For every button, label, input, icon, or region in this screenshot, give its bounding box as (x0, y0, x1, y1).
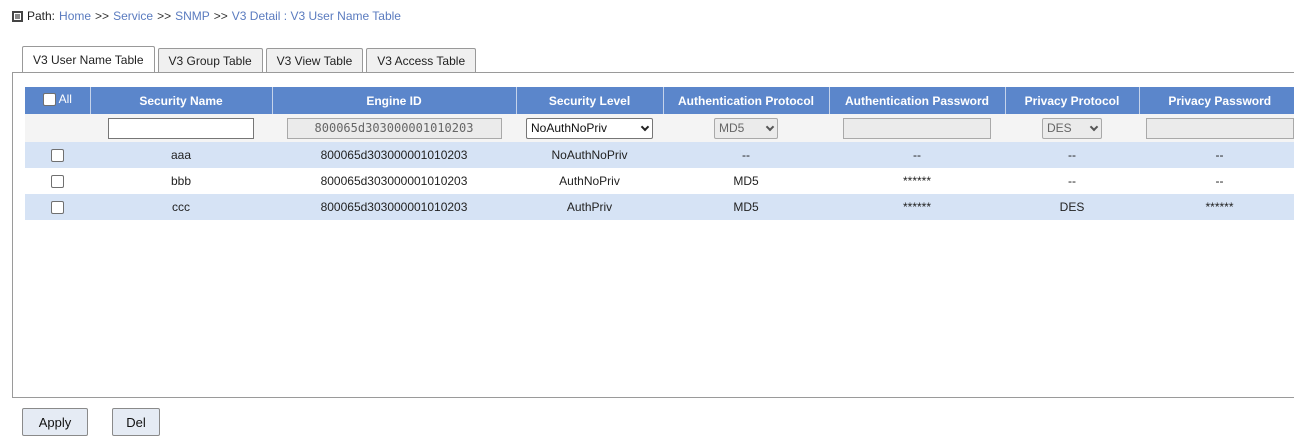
table-header: All Security Name Engine ID Security Lev… (25, 87, 1294, 114)
cell-engine-id: 800065d303000001010203 (272, 194, 516, 220)
cell-auth-protocol: MD5 (663, 168, 829, 194)
auth-protocol-select: MD5 (714, 117, 778, 139)
cell-auth-password: ****** (829, 194, 1005, 220)
table-row[interactable]: aaa 800065d303000001010203 NoAuthNoPriv … (25, 142, 1294, 168)
auth-protocol-value: MD5 (719, 121, 745, 135)
cell-auth-protocol: MD5 (663, 194, 829, 220)
cell-auth-password: ****** (829, 168, 1005, 194)
breadcrumb-separator: >> (157, 9, 172, 23)
select-all-checkbox[interactable] (42, 92, 56, 106)
tab-v3-access-table[interactable]: V3 Access Table (366, 48, 477, 72)
cell-auth-password: -- (829, 142, 1005, 168)
header-privacy-password: Privacy Password (1139, 87, 1294, 114)
row-checkbox[interactable] (51, 175, 64, 189)
cell-privacy-protocol: -- (1005, 142, 1139, 168)
chevron-down-icon (1089, 122, 1099, 131)
content-panel: All Security Name Engine ID Security Lev… (12, 72, 1294, 398)
chevron-down-icon (765, 122, 775, 131)
row-checkbox[interactable] (51, 149, 64, 163)
security-name-input[interactable] (108, 117, 254, 139)
privacy-protocol-select: DES (1042, 117, 1102, 139)
header-security-name: Security Name (90, 87, 273, 114)
auth-password-input (843, 117, 991, 139)
cell-privacy-protocol: DES (1005, 194, 1139, 220)
cell-security-name: aaa (90, 142, 272, 168)
cell-privacy-protocol: -- (1005, 168, 1139, 194)
header-select-all: All (25, 87, 91, 114)
tab-v3-view-table[interactable]: V3 View Table (265, 48, 364, 72)
breadcrumb-snmp[interactable]: SNMP (175, 9, 210, 23)
breadcrumb-current: V3 Detail : V3 User Name Table (231, 9, 401, 23)
cell-security-level: AuthPriv (516, 194, 663, 220)
breadcrumb-home[interactable]: Home (59, 9, 91, 23)
table-row[interactable]: ccc 800065d303000001010203 AuthPriv MD5 … (25, 194, 1294, 220)
tab-bar: V3 User Name Table V3 Group Table V3 Vie… (22, 46, 479, 72)
cell-security-level: AuthNoPriv (516, 168, 663, 194)
breadcrumb-separator: >> (95, 9, 110, 23)
header-auth-password: Authentication Password (829, 87, 1006, 114)
cell-privacy-password: -- (1139, 168, 1294, 194)
privacy-password-input (1145, 117, 1294, 139)
cell-privacy-password: ****** (1139, 194, 1294, 220)
cell-engine-id: 800065d303000001010203 (272, 142, 516, 168)
input-row: 800065d303000001010203 NoAuthNoPriv MD5 … (25, 114, 1294, 142)
v3-user-table: All Security Name Engine ID Security Lev… (25, 87, 1294, 220)
engine-id-input: 800065d303000001010203 (286, 117, 502, 139)
path-label: Path: (27, 9, 56, 23)
breadcrumb: Path: Home >> Service >> SNMP >> V3 Deta… (12, 8, 401, 24)
cell-privacy-password: -- (1139, 142, 1294, 168)
apply-button[interactable]: Apply (22, 408, 88, 436)
tab-v3-user-name-table[interactable]: V3 User Name Table (22, 46, 155, 72)
header-privacy-protocol: Privacy Protocol (1005, 87, 1140, 114)
table-row[interactable]: bbb 800065d303000001010203 AuthNoPriv MD… (25, 168, 1294, 194)
privacy-protocol-value: DES (1047, 121, 1072, 135)
header-security-level: Security Level (516, 87, 664, 114)
header-auth-protocol: Authentication Protocol (663, 87, 830, 114)
chevron-down-icon (640, 122, 650, 131)
breadcrumb-separator: >> (213, 9, 228, 23)
path-icon (12, 10, 23, 22)
security-level-select[interactable]: NoAuthNoPriv (526, 117, 653, 139)
cell-engine-id: 800065d303000001010203 (272, 168, 516, 194)
del-button[interactable]: Del (112, 408, 160, 436)
header-engine-id: Engine ID (272, 87, 517, 114)
row-checkbox[interactable] (51, 201, 64, 215)
security-level-value: NoAuthNoPriv (531, 121, 608, 135)
cell-security-name: bbb (90, 168, 272, 194)
cell-auth-protocol: -- (663, 142, 829, 168)
select-all-label: All (58, 92, 72, 107)
cell-security-name: ccc (90, 194, 272, 220)
breadcrumb-service[interactable]: Service (113, 9, 153, 23)
tab-v3-group-table[interactable]: V3 Group Table (157, 48, 263, 72)
cell-security-level: NoAuthNoPriv (516, 142, 663, 168)
